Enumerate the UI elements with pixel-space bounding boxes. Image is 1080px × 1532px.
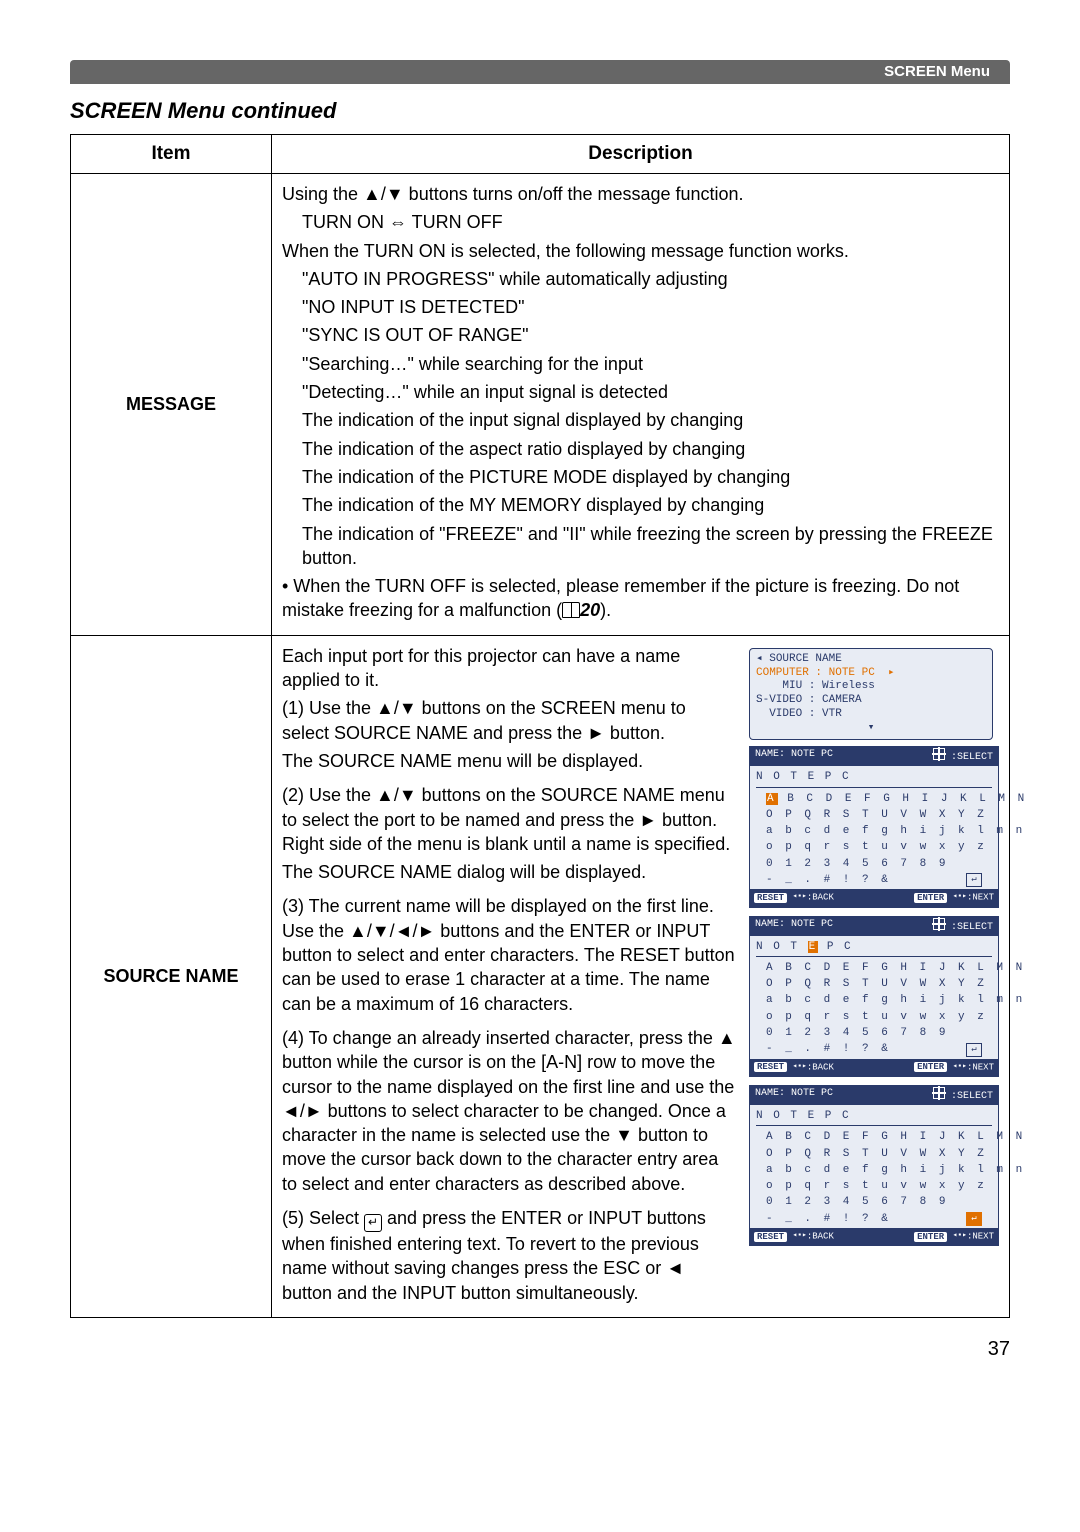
char-row-OZ: O P Q R S T U V W X Y Z xyxy=(766,977,992,991)
enter-key-icon: ↵ xyxy=(966,873,982,887)
osd-name-dialog-3: NAME: NOTE PC :SELECT N O T E P C A B C … xyxy=(749,1085,999,1246)
char-row-AN: A B C D E F G H I J K L M N xyxy=(766,961,992,975)
char-row-an: a b c d e f g h i j k l m n xyxy=(766,993,992,1007)
osd-current-name: N O T E P C xyxy=(756,770,992,787)
dpad-icon xyxy=(933,748,945,760)
left-dpad-icon: ◂▪▸ xyxy=(792,1062,806,1072)
msg-line: When the TURN ON is selected, the follow… xyxy=(282,239,999,263)
osd-menu-row: S-VIDEO : CAMERA xyxy=(756,694,986,708)
osd-current-name: N O T E P C xyxy=(756,1109,992,1126)
osd-name-dialog-2: NAME: NOTE PC :SELECT N O T E P C A B C … xyxy=(749,916,999,1077)
msg-toggle: TURN ON ⇔ TURN OFF xyxy=(282,210,999,234)
char-row-oz: o p q r s t u v w x y z xyxy=(766,1010,992,1024)
char-row-sym: - _ . # ! ? & xyxy=(766,1212,891,1226)
book-icon xyxy=(562,602,580,618)
right-dpad-icon: ◂▪▸ xyxy=(953,892,967,902)
msg-bullet: "AUTO IN PROGRESS" while automatically a… xyxy=(282,267,999,291)
osd-graphics: ◂ SOURCE NAME COMPUTER : NOTE PC ▸ MIU :… xyxy=(749,648,999,1255)
dpad-icon xyxy=(933,918,945,930)
char-row-AN: A B C D E F G H I J K L M N xyxy=(766,1130,992,1144)
name-post: P C xyxy=(827,941,853,953)
msg-note-text: • When the TURN OFF is selected, please … xyxy=(282,576,959,620)
next-label: :NEXT xyxy=(967,1062,994,1072)
select-label: :SELECT xyxy=(951,922,993,933)
msg-bullet: The indication of the input signal displ… xyxy=(282,408,999,432)
src-step-5a: (5) Select xyxy=(282,1208,364,1228)
reset-chip: RESET xyxy=(754,1232,787,1242)
osd-current-name-edit: N O T E P C xyxy=(756,940,992,957)
col-desc-header: Description xyxy=(272,135,1010,174)
desc-source-name: ◂ SOURCE NAME COMPUTER : NOTE PC ▸ MIU :… xyxy=(272,635,1010,1317)
msg-note-tail: ). xyxy=(600,600,611,620)
left-dpad-icon: ◂▪▸ xyxy=(792,892,806,902)
osd-dialog-title: NAME: NOTE PC xyxy=(755,918,833,934)
item-source-name: SOURCE NAME xyxy=(71,635,272,1317)
msg-bullet: The indication of "FREEZE" and "II" whil… xyxy=(282,522,999,571)
char-row-oz: o p q r s t u v w x y z xyxy=(766,1179,992,1193)
back-label: :BACK xyxy=(807,893,834,903)
next-label: :NEXT xyxy=(967,1232,994,1242)
char-row-09: 0 1 2 3 4 5 6 7 8 9 xyxy=(766,857,992,871)
select-label: :SELECT xyxy=(951,1091,993,1102)
back-label: :BACK xyxy=(807,1062,834,1072)
char-row-OZ: O P Q R S T U V W X Y Z xyxy=(766,808,992,822)
msg-line: Using the ▲/▼ buttons turns on/off the m… xyxy=(282,182,999,206)
screen-menu-table: Item Description MESSAGE Using the ▲/▼ b… xyxy=(70,134,1010,1318)
osd-dialog-title: NAME: NOTE PC xyxy=(755,748,833,764)
enter-key-icon-selected: ↵ xyxy=(966,1212,982,1226)
reset-chip: RESET xyxy=(754,1062,787,1072)
char-row-oz: o p q r s t u v w x y z xyxy=(766,840,992,854)
char-row-an: a b c d e f g h i j k l m n xyxy=(766,824,992,838)
osd-menu-row: VIDEO : VTR xyxy=(756,708,986,722)
osd-name-dialog-1: NAME: NOTE PC :SELECT N O T E P C A B C … xyxy=(749,746,999,907)
msg-bullet: The indication of the aspect ratio displ… xyxy=(282,437,999,461)
char-row-sym: - _ . # ! ? & xyxy=(766,873,891,887)
msg-bullet: The indication of the PICTURE MODE displ… xyxy=(282,465,999,489)
msg-bullet: The indication of the MY MEMORY displaye… xyxy=(282,493,999,517)
down-arrow-icon: ▾ xyxy=(756,722,986,736)
left-dpad-icon: ◂▪▸ xyxy=(792,1231,806,1241)
next-label: :NEXT xyxy=(967,893,994,903)
col-item-header: Item xyxy=(71,135,272,174)
enter-glyph-icon: ↵ xyxy=(364,1214,382,1232)
char-row-OZ: O P Q R S T U V W X Y Z xyxy=(766,1147,992,1161)
desc-message: Using the ▲/▼ buttons turns on/off the m… xyxy=(272,174,1010,636)
reset-chip: RESET xyxy=(754,893,787,903)
select-label: :SELECT xyxy=(951,752,993,763)
osd-menu-row: MIU : Wireless xyxy=(756,680,986,694)
osd-source-name-menu: ◂ SOURCE NAME COMPUTER : NOTE PC ▸ MIU :… xyxy=(749,648,993,741)
char-row-09: 0 1 2 3 4 5 6 7 8 9 xyxy=(766,1195,992,1209)
enter-key-icon: ↵ xyxy=(966,1043,982,1057)
page-number: 37 xyxy=(70,1338,1010,1361)
msg-bullet: "NO INPUT IS DETECTED" xyxy=(282,295,999,319)
header-bar: SCREEN Menu xyxy=(70,60,1010,84)
name-pre: N O T xyxy=(756,941,799,953)
char-row-an: a b c d e f g h i j k l m n xyxy=(766,1163,992,1177)
msg-note: • When the TURN OFF is selected, please … xyxy=(282,574,999,623)
section-title: SCREEN Menu continued xyxy=(70,98,1010,124)
char-row-09: 0 1 2 3 4 5 6 7 8 9 xyxy=(766,1026,992,1040)
name-cursor-char: E xyxy=(808,941,819,953)
osd-menu-title: ◂ SOURCE NAME xyxy=(756,653,986,667)
enter-chip: ENTER xyxy=(914,1062,947,1072)
msg-bullet: "Searching…" while searching for the inp… xyxy=(282,352,999,376)
back-label: :BACK xyxy=(807,1232,834,1242)
right-dpad-icon: ◂▪▸ xyxy=(953,1231,967,1241)
char-row-sym: - _ . # ! ? & xyxy=(766,1042,891,1056)
enter-chip: ENTER xyxy=(914,1232,947,1242)
osd-menu-selected: COMPUTER : NOTE PC ▸ xyxy=(756,667,986,681)
page-ref: 20 xyxy=(580,600,600,620)
msg-bullet: "SYNC IS OUT OF RANGE" xyxy=(282,323,999,347)
item-message: MESSAGE xyxy=(71,174,272,636)
osd-dialog-title: NAME: NOTE PC xyxy=(755,1087,833,1103)
char-row-AN: A B C D E F G H I J K L M N xyxy=(766,792,992,806)
header-label: SCREEN Menu xyxy=(884,63,990,80)
right-dpad-icon: ◂▪▸ xyxy=(953,1062,967,1072)
enter-chip: ENTER xyxy=(914,893,947,903)
msg-bullet: "Detecting…" while an input signal is de… xyxy=(282,380,999,404)
dpad-icon xyxy=(933,1087,945,1099)
